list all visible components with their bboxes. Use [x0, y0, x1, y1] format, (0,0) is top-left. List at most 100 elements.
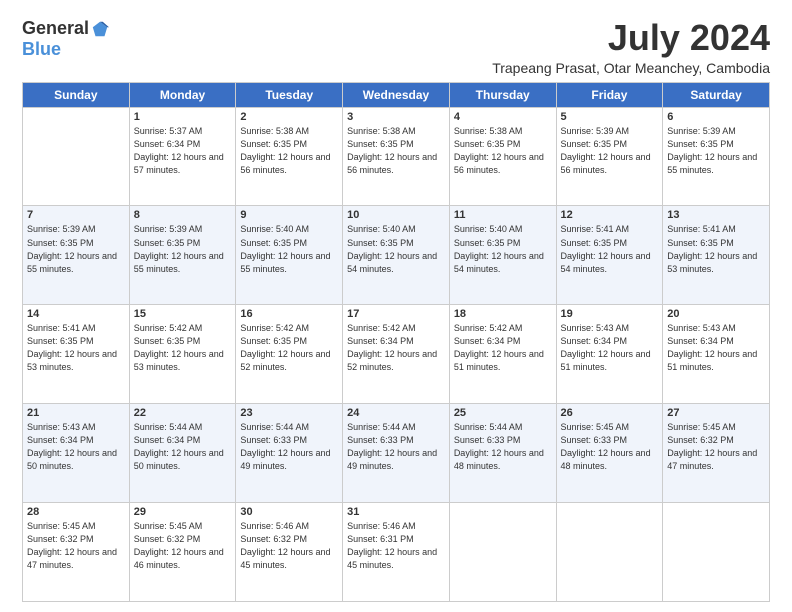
table-row: 19 Sunrise: 5:43 AMSunset: 6:34 PMDaylig…	[556, 305, 663, 404]
day-number: 10	[347, 209, 445, 221]
day-info: Sunrise: 5:38 AMSunset: 6:35 PMDaylight:…	[240, 126, 330, 175]
day-number: 3	[347, 111, 445, 123]
col-friday: Friday	[556, 82, 663, 107]
header-right: July 2024 Trapeang Prasat, Otar Meanchey…	[492, 18, 770, 76]
day-info: Sunrise: 5:46 AMSunset: 6:31 PMDaylight:…	[347, 521, 437, 570]
table-row: 24 Sunrise: 5:44 AMSunset: 6:33 PMDaylig…	[343, 404, 450, 503]
day-info: Sunrise: 5:41 AMSunset: 6:35 PMDaylight:…	[667, 224, 757, 273]
day-number: 20	[667, 308, 765, 320]
table-row	[449, 503, 556, 602]
table-row: 22 Sunrise: 5:44 AMSunset: 6:34 PMDaylig…	[129, 404, 236, 503]
day-number: 7	[27, 209, 125, 221]
day-number: 1	[134, 111, 232, 123]
table-row: 23 Sunrise: 5:44 AMSunset: 6:33 PMDaylig…	[236, 404, 343, 503]
day-info: Sunrise: 5:40 AMSunset: 6:35 PMDaylight:…	[454, 224, 544, 273]
day-number: 15	[134, 308, 232, 320]
day-info: Sunrise: 5:43 AMSunset: 6:34 PMDaylight:…	[561, 323, 651, 372]
table-row: 30 Sunrise: 5:46 AMSunset: 6:32 PMDaylig…	[236, 503, 343, 602]
day-info: Sunrise: 5:45 AMSunset: 6:32 PMDaylight:…	[667, 422, 757, 471]
day-number: 13	[667, 209, 765, 221]
day-info: Sunrise: 5:42 AMSunset: 6:35 PMDaylight:…	[240, 323, 330, 372]
col-wednesday: Wednesday	[343, 82, 450, 107]
table-row: 17 Sunrise: 5:42 AMSunset: 6:34 PMDaylig…	[343, 305, 450, 404]
header: General Blue July 2024 Trapeang Prasat, …	[22, 18, 770, 76]
day-info: Sunrise: 5:43 AMSunset: 6:34 PMDaylight:…	[667, 323, 757, 372]
day-info: Sunrise: 5:46 AMSunset: 6:32 PMDaylight:…	[240, 521, 330, 570]
day-number: 12	[561, 209, 659, 221]
day-info: Sunrise: 5:45 AMSunset: 6:32 PMDaylight:…	[27, 521, 117, 570]
logo: General Blue	[22, 18, 109, 60]
day-number: 27	[667, 407, 765, 419]
day-info: Sunrise: 5:40 AMSunset: 6:35 PMDaylight:…	[240, 224, 330, 273]
day-number: 4	[454, 111, 552, 123]
calendar-week-row: 14 Sunrise: 5:41 AMSunset: 6:35 PMDaylig…	[23, 305, 770, 404]
day-number: 29	[134, 506, 232, 518]
day-number: 16	[240, 308, 338, 320]
day-info: Sunrise: 5:42 AMSunset: 6:34 PMDaylight:…	[454, 323, 544, 372]
day-number: 24	[347, 407, 445, 419]
day-number: 30	[240, 506, 338, 518]
col-thursday: Thursday	[449, 82, 556, 107]
day-info: Sunrise: 5:39 AMSunset: 6:35 PMDaylight:…	[134, 224, 224, 273]
day-number: 17	[347, 308, 445, 320]
table-row	[556, 503, 663, 602]
table-row: 7 Sunrise: 5:39 AMSunset: 6:35 PMDayligh…	[23, 206, 130, 305]
table-row: 20 Sunrise: 5:43 AMSunset: 6:34 PMDaylig…	[663, 305, 770, 404]
calendar-week-row: 28 Sunrise: 5:45 AMSunset: 6:32 PMDaylig…	[23, 503, 770, 602]
day-number: 22	[134, 407, 232, 419]
col-sunday: Sunday	[23, 82, 130, 107]
table-row: 8 Sunrise: 5:39 AMSunset: 6:35 PMDayligh…	[129, 206, 236, 305]
col-tuesday: Tuesday	[236, 82, 343, 107]
day-info: Sunrise: 5:42 AMSunset: 6:35 PMDaylight:…	[134, 323, 224, 372]
day-number: 28	[27, 506, 125, 518]
table-row: 9 Sunrise: 5:40 AMSunset: 6:35 PMDayligh…	[236, 206, 343, 305]
day-number: 21	[27, 407, 125, 419]
table-row: 6 Sunrise: 5:39 AMSunset: 6:35 PMDayligh…	[663, 107, 770, 206]
table-row: 27 Sunrise: 5:45 AMSunset: 6:32 PMDaylig…	[663, 404, 770, 503]
table-row: 31 Sunrise: 5:46 AMSunset: 6:31 PMDaylig…	[343, 503, 450, 602]
table-row: 2 Sunrise: 5:38 AMSunset: 6:35 PMDayligh…	[236, 107, 343, 206]
day-info: Sunrise: 5:40 AMSunset: 6:35 PMDaylight:…	[347, 224, 437, 273]
day-number: 6	[667, 111, 765, 123]
table-row: 25 Sunrise: 5:44 AMSunset: 6:33 PMDaylig…	[449, 404, 556, 503]
table-row: 10 Sunrise: 5:40 AMSunset: 6:35 PMDaylig…	[343, 206, 450, 305]
day-info: Sunrise: 5:37 AMSunset: 6:34 PMDaylight:…	[134, 126, 224, 175]
logo-blue-text: Blue	[22, 39, 61, 59]
calendar-week-row: 1 Sunrise: 5:37 AMSunset: 6:34 PMDayligh…	[23, 107, 770, 206]
day-number: 14	[27, 308, 125, 320]
day-number: 26	[561, 407, 659, 419]
logo-icon	[91, 20, 109, 38]
table-row: 13 Sunrise: 5:41 AMSunset: 6:35 PMDaylig…	[663, 206, 770, 305]
day-info: Sunrise: 5:44 AMSunset: 6:33 PMDaylight:…	[454, 422, 544, 471]
day-info: Sunrise: 5:42 AMSunset: 6:34 PMDaylight:…	[347, 323, 437, 372]
table-row: 28 Sunrise: 5:45 AMSunset: 6:32 PMDaylig…	[23, 503, 130, 602]
location: Trapeang Prasat, Otar Meanchey, Cambodia	[492, 60, 770, 76]
page: General Blue July 2024 Trapeang Prasat, …	[0, 0, 792, 612]
day-number: 23	[240, 407, 338, 419]
table-row: 14 Sunrise: 5:41 AMSunset: 6:35 PMDaylig…	[23, 305, 130, 404]
calendar-week-row: 7 Sunrise: 5:39 AMSunset: 6:35 PMDayligh…	[23, 206, 770, 305]
month-year: July 2024	[492, 18, 770, 58]
table-row: 21 Sunrise: 5:43 AMSunset: 6:34 PMDaylig…	[23, 404, 130, 503]
table-row: 12 Sunrise: 5:41 AMSunset: 6:35 PMDaylig…	[556, 206, 663, 305]
day-info: Sunrise: 5:44 AMSunset: 6:34 PMDaylight:…	[134, 422, 224, 471]
table-row: 1 Sunrise: 5:37 AMSunset: 6:34 PMDayligh…	[129, 107, 236, 206]
table-row: 15 Sunrise: 5:42 AMSunset: 6:35 PMDaylig…	[129, 305, 236, 404]
day-info: Sunrise: 5:41 AMSunset: 6:35 PMDaylight:…	[27, 323, 117, 372]
calendar-header-row: Sunday Monday Tuesday Wednesday Thursday…	[23, 82, 770, 107]
table-row: 11 Sunrise: 5:40 AMSunset: 6:35 PMDaylig…	[449, 206, 556, 305]
table-row: 18 Sunrise: 5:42 AMSunset: 6:34 PMDaylig…	[449, 305, 556, 404]
day-number: 8	[134, 209, 232, 221]
table-row: 29 Sunrise: 5:45 AMSunset: 6:32 PMDaylig…	[129, 503, 236, 602]
day-number: 25	[454, 407, 552, 419]
table-row: 16 Sunrise: 5:42 AMSunset: 6:35 PMDaylig…	[236, 305, 343, 404]
day-number: 9	[240, 209, 338, 221]
table-row: 5 Sunrise: 5:39 AMSunset: 6:35 PMDayligh…	[556, 107, 663, 206]
day-info: Sunrise: 5:43 AMSunset: 6:34 PMDaylight:…	[27, 422, 117, 471]
day-info: Sunrise: 5:45 AMSunset: 6:33 PMDaylight:…	[561, 422, 651, 471]
day-number: 11	[454, 209, 552, 221]
day-number: 31	[347, 506, 445, 518]
col-saturday: Saturday	[663, 82, 770, 107]
table-row: 4 Sunrise: 5:38 AMSunset: 6:35 PMDayligh…	[449, 107, 556, 206]
day-info: Sunrise: 5:38 AMSunset: 6:35 PMDaylight:…	[347, 126, 437, 175]
